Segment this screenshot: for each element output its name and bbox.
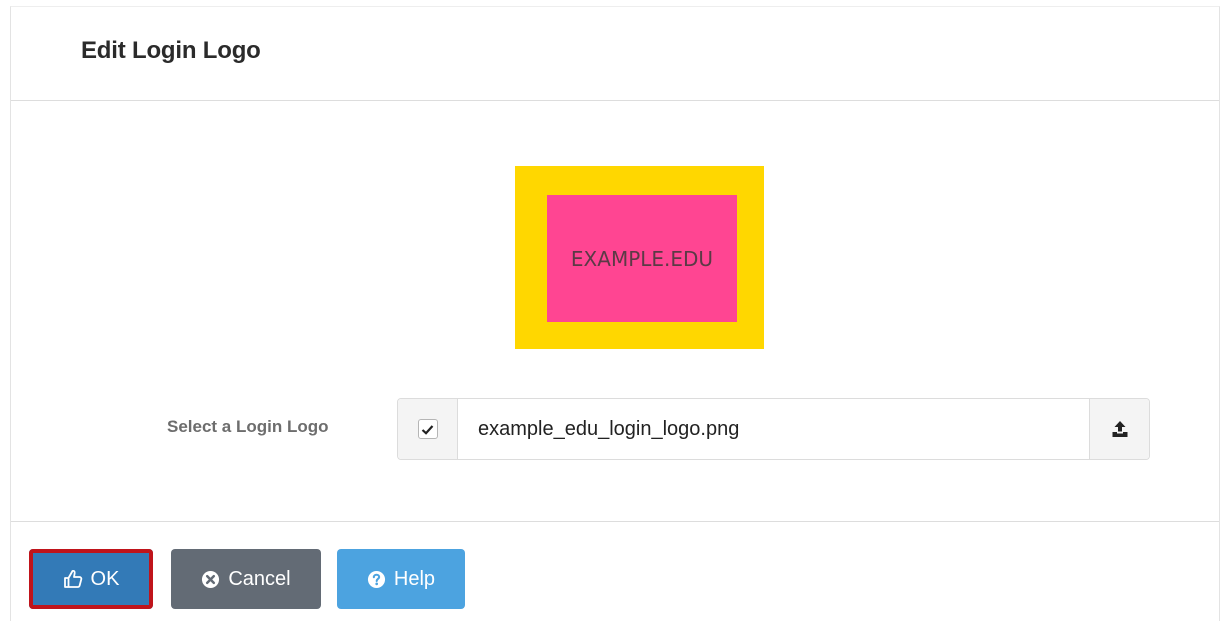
help-label: Help bbox=[393, 567, 436, 590]
dialog-header: Edit Login Logo bbox=[11, 7, 1219, 101]
logo-preview-text: EXAMPLE.EDU bbox=[547, 195, 737, 322]
dialog-title: Edit Login Logo bbox=[81, 37, 261, 64]
ok-label: OK bbox=[90, 567, 120, 590]
times-circle-icon bbox=[202, 570, 220, 588]
check-icon bbox=[421, 424, 434, 435]
cancel-button[interactable]: Cancel bbox=[171, 549, 321, 609]
help-button[interactable]: Help bbox=[337, 549, 465, 609]
ok-button[interactable]: OK bbox=[29, 549, 153, 609]
file-selected-checkbox[interactable] bbox=[417, 419, 438, 439]
upload-icon bbox=[1112, 421, 1127, 437]
dialog-footer: OK Cancel Help bbox=[11, 521, 1219, 622]
file-name-field[interactable]: example_edu_login_logo.png bbox=[458, 399, 1089, 459]
cancel-label: Cancel bbox=[228, 567, 291, 590]
logo-preview: EXAMPLE.EDU bbox=[515, 166, 764, 349]
select-logo-label: Select a Login Logo bbox=[167, 417, 329, 436]
file-selected-addon bbox=[398, 399, 458, 459]
question-circle-icon bbox=[367, 570, 385, 588]
logo-file-input-group: example_edu_login_logo.png bbox=[397, 398, 1150, 460]
thumbs-up-icon bbox=[63, 569, 82, 588]
upload-button[interactable] bbox=[1089, 399, 1149, 459]
edit-login-logo-dialog: Edit Login Logo EXAMPLE.EDU Select a Log… bbox=[10, 6, 1220, 621]
